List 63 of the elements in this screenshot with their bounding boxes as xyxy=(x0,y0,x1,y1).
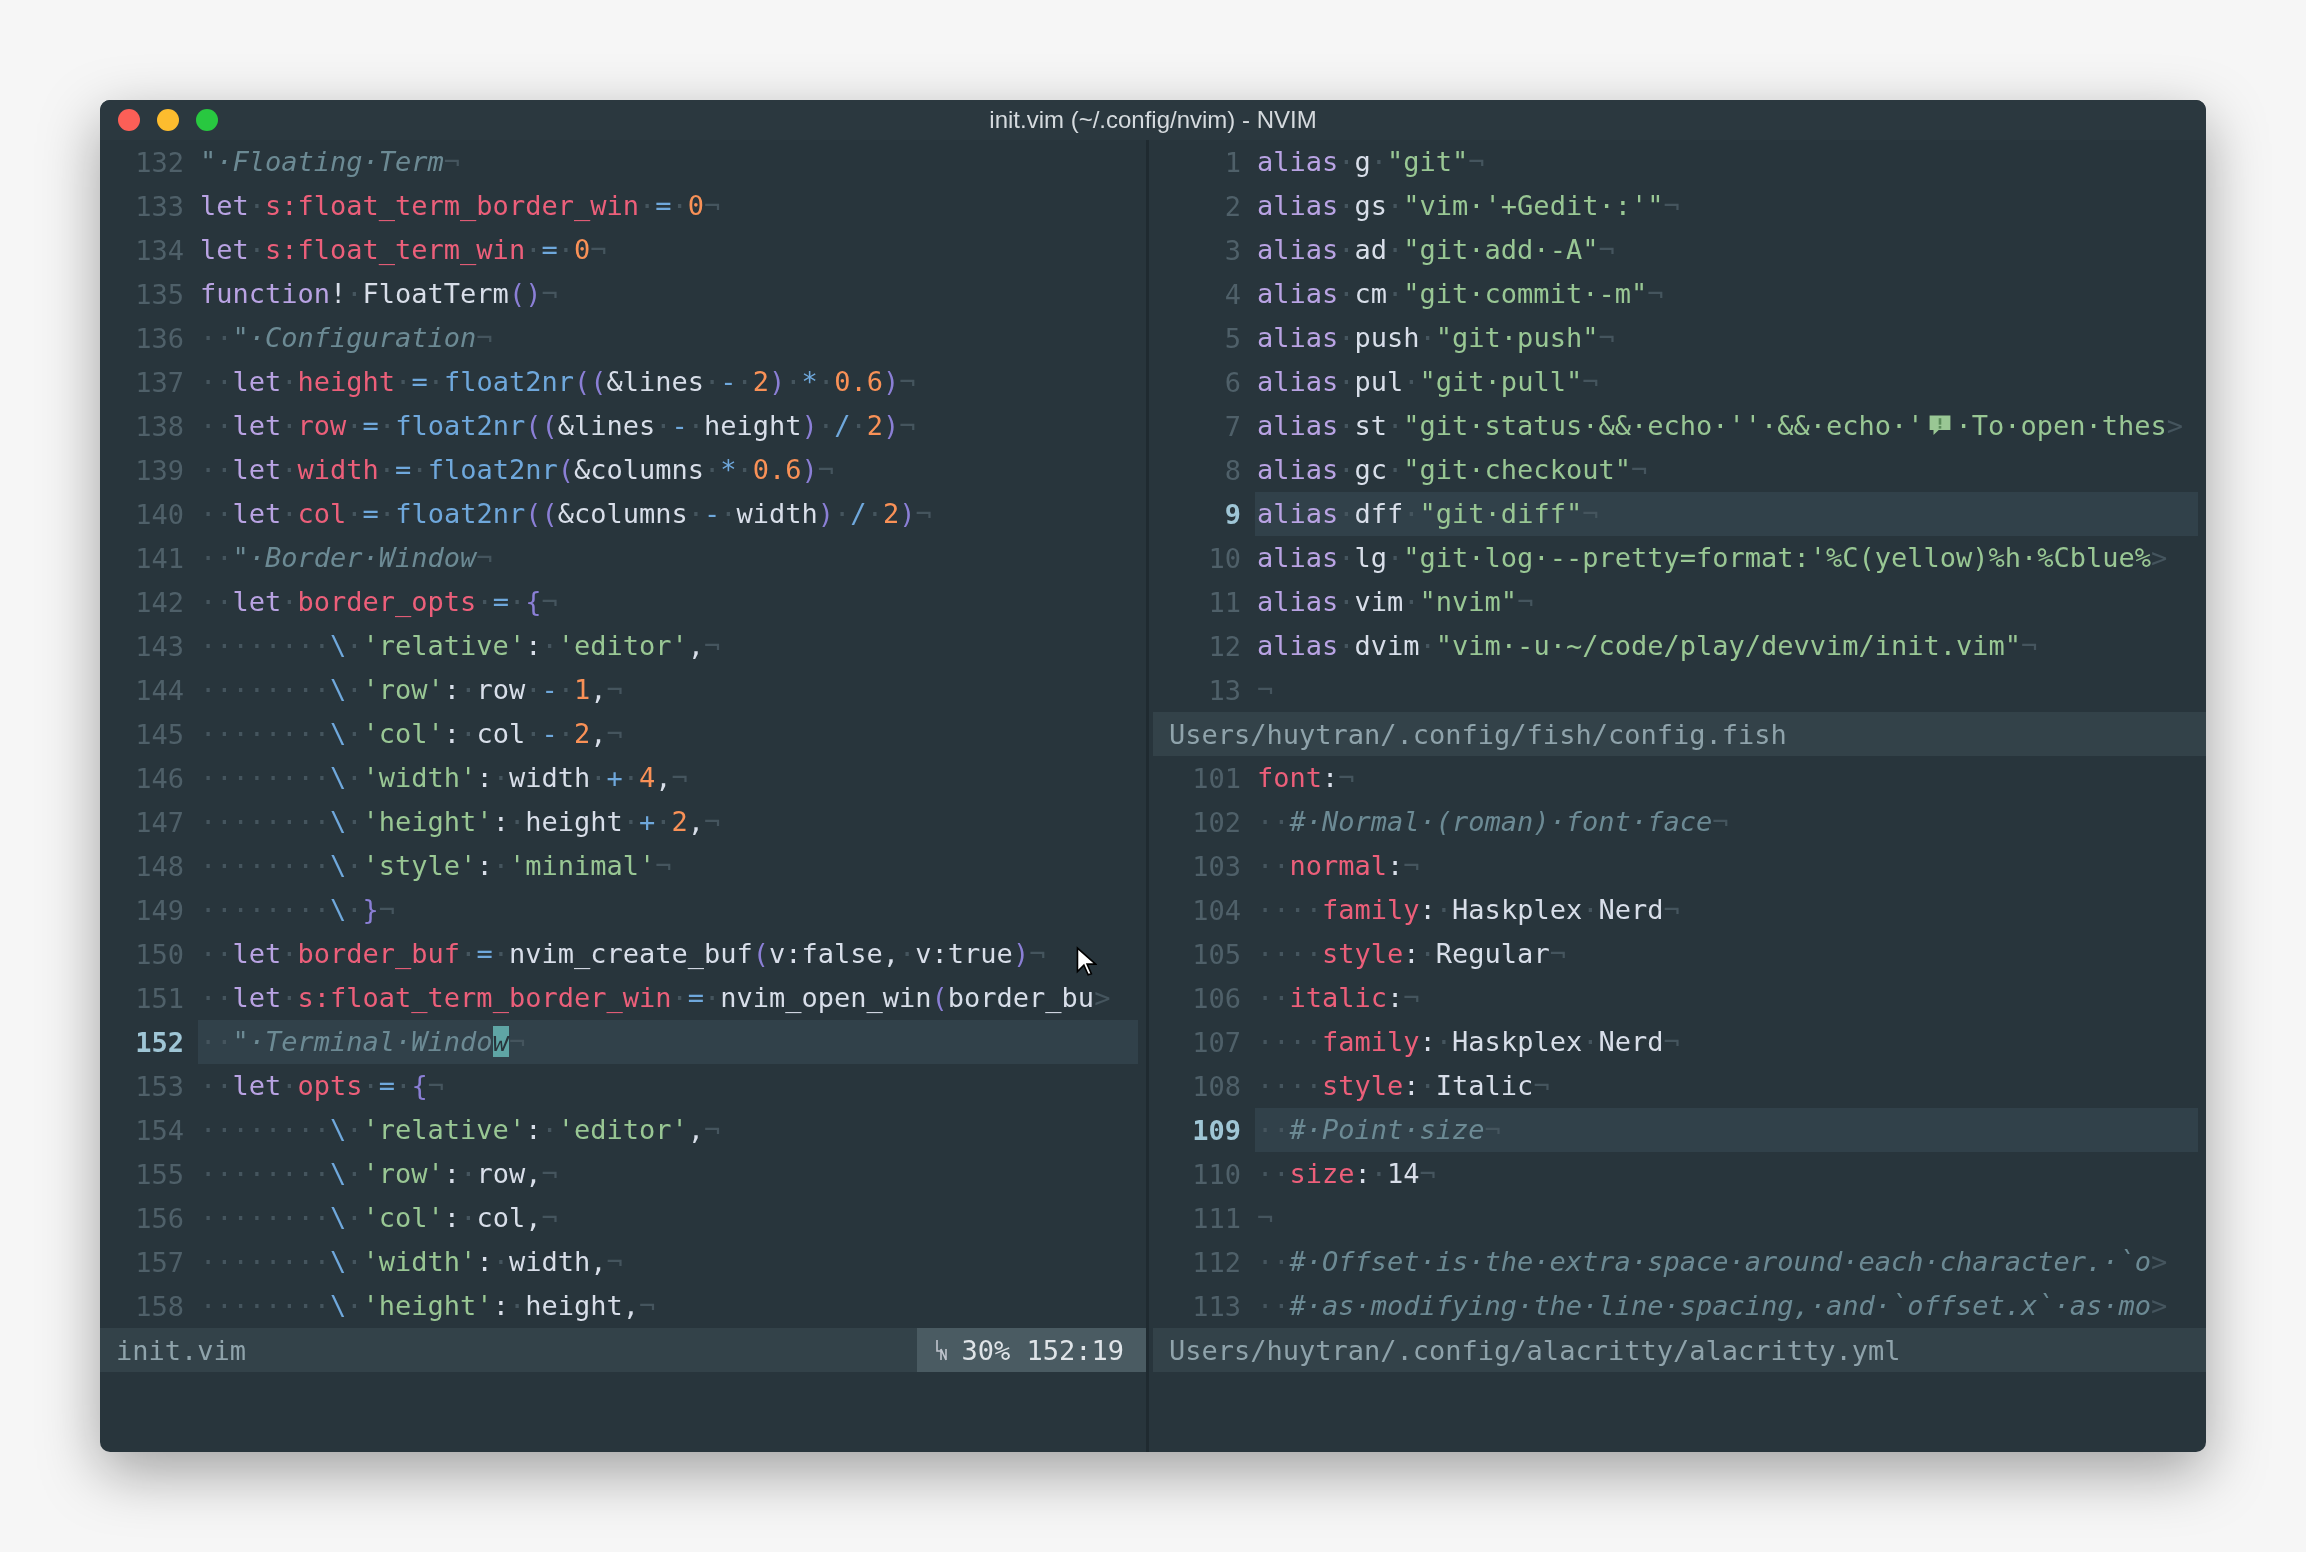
code-line: ········\·'row':·row,¬ xyxy=(199,1157,558,1191)
code-line: alias·pul·"git·pull"¬ xyxy=(1256,365,1599,399)
code-line: ········\·'style':·'minimal'¬ xyxy=(199,849,672,883)
code-line: ········\·'row':·row·-·1,¬ xyxy=(199,673,623,707)
zoom-button[interactable] xyxy=(196,109,218,131)
code-line: alias·g·"git"¬ xyxy=(1256,145,1485,179)
code-line: ········\·}¬ xyxy=(199,893,396,927)
code-line: ····style:·Italic¬ xyxy=(1256,1069,1550,1103)
code-line: ········\·'height':·height,¬ xyxy=(199,1289,656,1323)
cursor-position: 30% 152:19 xyxy=(961,1334,1124,1366)
code-line: ··#·Offset·is·the·extra·space·around·each·character.·`o> xyxy=(1256,1245,2168,1279)
line-number: 152 xyxy=(134,1026,185,1058)
code-line: ········\·'height':·height·+·2,¬ xyxy=(199,805,721,839)
code-line: ··let·width·=·float2nr(&columns·*·0.6)¬ xyxy=(199,453,835,487)
code-line: alias·gs·"vim·'+Gedit·:'"¬ xyxy=(1256,189,1680,223)
code-line: ··let·border_opts·=·{¬ xyxy=(199,585,558,619)
code-line: ········\·'relative':·'editor',¬ xyxy=(199,629,721,663)
code-line: let·s:float_term_win·=·0¬ xyxy=(199,233,607,267)
code-line: alias·st·"git·status·&&·echo·''·&&·echo·' ·To·open·thes> xyxy=(1256,409,2184,443)
code-line: "·Floating·Term¬ xyxy=(199,145,461,179)
code-line: alias·gc·"git·checkout"¬ xyxy=(1256,453,1648,487)
minimize-button[interactable] xyxy=(157,109,179,131)
code-line: ¬ xyxy=(1256,673,1274,707)
code-line: alias·dvim·"vim·-u·~/code/play/devvim/init.vim"¬ xyxy=(1256,629,2038,663)
code-line: ··#·as·modifying·the·line·spacing,·and·`offset.x`·as·mo> xyxy=(1256,1289,2168,1323)
code-line: ··normal:¬ xyxy=(1256,849,1420,883)
code-line: alias·cm·"git·commit·-m"¬ xyxy=(1256,277,1664,311)
status-file-path: Users/huytran/.config/alacritty/alacritty.yml xyxy=(1168,1334,1901,1366)
code-line: alias·lg·"git·log·--pretty=format:'%C(yellow)%h·%Cblue%> xyxy=(1256,541,2168,575)
code-line: ··let·height·=·float2nr((&lines·-·2)·*·0.6)¬ xyxy=(199,365,916,399)
status-file-name: init.vim xyxy=(115,1334,247,1366)
code-line: ········\·'width':·width·+·4,¬ xyxy=(199,761,688,795)
line-number: 109 xyxy=(1191,1114,1242,1146)
code-line: ··let·border_buf·=·nvim_create_buf(v:false,·v:true)¬ xyxy=(199,937,1046,971)
code-line: alias·vim·"nvim"¬ xyxy=(1256,585,1534,619)
line-number-icon xyxy=(935,1338,948,1362)
code-line: ··#·Normal·(roman)·font·face¬ xyxy=(1256,805,1729,839)
code-line: ··let·row·=·float2nr((&lines·-·height)·/·2)¬ xyxy=(199,409,916,443)
code-line: ··size:·14¬ xyxy=(1256,1157,1436,1191)
code-line: ········\·'col':·col·-·2,¬ xyxy=(199,717,623,751)
line-number: 9 xyxy=(1223,498,1242,530)
code-line: ········\·'col':·col,¬ xyxy=(199,1201,558,1235)
mouse-pointer-icon xyxy=(1075,946,1097,978)
code-line: ····family:·Haskplex·Nerd¬ xyxy=(1256,893,1680,927)
window-title: init.vim (~/.config/nvim) - NVIM xyxy=(988,106,1318,134)
code-line: ····family:·Haskplex·Nerd¬ xyxy=(1256,1025,1680,1059)
code-line: ········\·'width':·width,¬ xyxy=(199,1245,623,1279)
code-line: alias·push·"git·push"¬ xyxy=(1256,321,1615,355)
close-button[interactable] xyxy=(118,109,140,131)
code-line: ··let·s:float_term_border_win·=·nvim_open_win(border_bu> xyxy=(199,981,1111,1015)
code-line: ····style:·Regular¬ xyxy=(1256,937,1566,971)
code-line: function!·FloatTerm()¬ xyxy=(199,277,558,311)
code-line: ¬ xyxy=(1256,1201,1274,1235)
code-line: let·s:float_term_border_win·=·0¬ xyxy=(199,189,721,223)
code-line: ··let·opts·=·{¬ xyxy=(199,1069,444,1103)
code-line: ··let·col·=·float2nr((&columns·-·width)·/·2)¬ xyxy=(199,497,932,531)
code-line: alias·ad·"git·add·-A"¬ xyxy=(1256,233,1615,267)
code-line: font:¬ xyxy=(1256,761,1355,795)
code-line: ··italic:¬ xyxy=(1256,981,1420,1015)
code-line: ········\·'relative':·'editor',¬ xyxy=(199,1113,721,1147)
code-line: ··"·Configuration¬ xyxy=(199,321,493,355)
code-line: ··"·Border·Window¬ xyxy=(199,541,493,575)
status-file-path: Users/huytran/.config/fish/config.fish xyxy=(1168,718,1787,750)
